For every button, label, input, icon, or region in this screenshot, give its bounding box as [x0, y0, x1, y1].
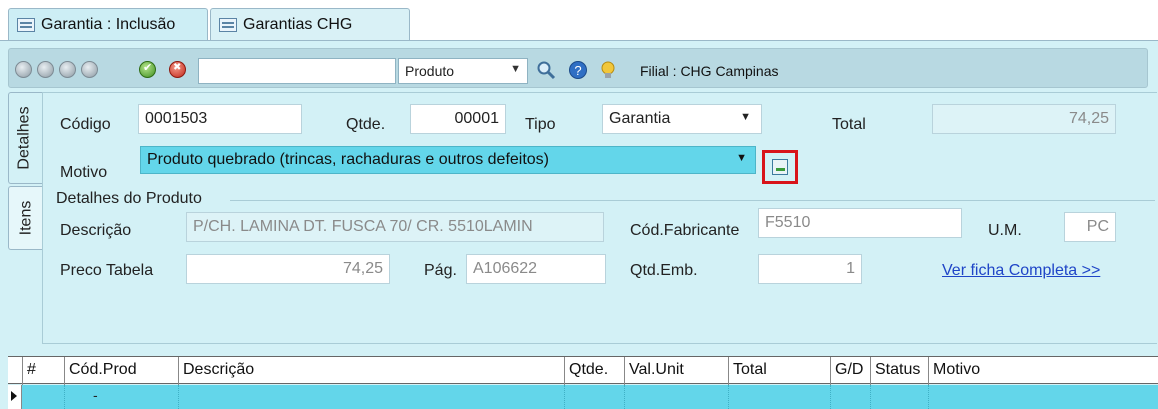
- tipo-select[interactable]: Garantia ▼: [602, 104, 762, 134]
- tab-strip: Garantia : Inclusão Garantias CHG: [0, 0, 1158, 40]
- descricao-field: P/CH. LAMINA DT. FUSCA 70/ CR. 5510LAMIN: [186, 212, 604, 242]
- col-header-qtde[interactable]: Qtde.: [564, 357, 624, 385]
- tab-label: Garantia : Inclusão: [41, 15, 176, 33]
- descricao-label: Descrição: [60, 222, 132, 239]
- tab-garantia-inclusao[interactable]: Garantia : Inclusão: [8, 8, 208, 40]
- col-header-descricao[interactable]: Descrição: [178, 357, 564, 385]
- codigo-field[interactable]: 0001503: [138, 104, 302, 134]
- col-header-num[interactable]: #: [22, 357, 64, 385]
- col-header-val-unit[interactable]: Val.Unit: [624, 357, 728, 385]
- codigo-label: Código: [60, 116, 111, 133]
- col-header-total[interactable]: Total: [728, 357, 830, 385]
- qtd-emb-label: Qtd.Emb.: [630, 262, 698, 279]
- total-label: Total: [832, 116, 866, 133]
- motivo-label: Motivo: [60, 164, 108, 181]
- cell-status[interactable]: [870, 385, 928, 409]
- cell-descricao[interactable]: [178, 385, 564, 409]
- um-field: PC: [1064, 212, 1116, 242]
- table-row[interactable]: -: [8, 385, 1158, 409]
- preco-tabela-field: 74,25: [186, 254, 390, 284]
- cell-cod-prod[interactable]: -: [64, 385, 178, 409]
- items-grid: # Cód.Prod Descrição Qtde. Val.Unit Tota…: [8, 356, 1158, 409]
- cell-qtde[interactable]: [564, 385, 624, 409]
- cell-motivo[interactable]: [928, 385, 1158, 409]
- help-icon[interactable]: ?: [568, 60, 588, 80]
- tab-label: Garantias CHG: [243, 15, 353, 33]
- um-label: U.M.: [988, 222, 1022, 239]
- tipo-value: Garantia: [609, 110, 671, 127]
- preco-tabela-label: Preco Tabela: [60, 262, 154, 279]
- col-header-gd[interactable]: G/D: [830, 357, 870, 385]
- motivo-value: Produto quebrado (trincas, rachaduras e …: [147, 151, 550, 168]
- cell-gd[interactable]: [830, 385, 870, 409]
- nav-prev-icon[interactable]: [37, 61, 54, 78]
- motivo-edit-button[interactable]: [762, 150, 798, 184]
- cod-fabricante-field: F5510: [758, 208, 962, 238]
- motivo-select[interactable]: Produto quebrado (trincas, rachaduras e …: [140, 146, 756, 174]
- tipo-label: Tipo: [525, 116, 556, 133]
- qtde-label: Qtde.: [346, 116, 386, 133]
- grid-indicator-header: [8, 357, 22, 385]
- pag-label: Pág.: [424, 262, 457, 279]
- chevron-down-icon: ▼: [736, 152, 747, 164]
- cell-total[interactable]: [728, 385, 830, 409]
- ver-ficha-link[interactable]: Ver ficha Completa >>: [942, 262, 1100, 280]
- col-header-cod-prod[interactable]: Cód.Prod: [64, 357, 178, 385]
- confirm-icon[interactable]: [139, 61, 156, 78]
- filial-label: Filial : CHG Campinas: [640, 63, 779, 79]
- form-icon: [219, 17, 237, 32]
- row-indicator-icon: [8, 385, 22, 409]
- col-header-status[interactable]: Status: [870, 357, 928, 385]
- search-input[interactable]: [198, 58, 396, 84]
- tab-garantias-chg[interactable]: Garantias CHG: [210, 8, 410, 40]
- section-divider: [230, 200, 1155, 201]
- qtd-emb-field: 1: [758, 254, 862, 284]
- detalhes-produto-label: Detalhes do Produto: [56, 190, 202, 207]
- search-type-value: Produto: [405, 63, 455, 79]
- total-field: 74,25: [932, 104, 1116, 134]
- cancel-icon[interactable]: [169, 61, 186, 78]
- nav-next-icon[interactable]: [59, 61, 76, 78]
- cell-val-unit[interactable]: [624, 385, 728, 409]
- svg-text:?: ?: [574, 63, 581, 78]
- side-tab-label: Itens: [17, 200, 35, 236]
- side-tab-itens[interactable]: Itens: [8, 186, 42, 250]
- side-tab-detalhes[interactable]: Detalhes: [8, 92, 42, 184]
- cod-fabricante-label: Cód.Fabricante: [630, 222, 740, 239]
- lightbulb-icon[interactable]: [598, 60, 618, 80]
- search-type-select[interactable]: Produto ▼: [398, 58, 528, 84]
- nav-first-icon[interactable]: [15, 61, 32, 78]
- side-tab-label: Detalhes: [15, 106, 33, 170]
- grid-header: # Cód.Prod Descrição Qtde. Val.Unit Tota…: [8, 356, 1158, 385]
- edit-list-icon: [772, 159, 788, 175]
- qtde-field[interactable]: 00001: [410, 104, 506, 134]
- pag-field: A106622: [466, 254, 606, 284]
- col-header-motivo[interactable]: Motivo: [928, 357, 1158, 385]
- nav-last-icon[interactable]: [81, 61, 98, 78]
- search-icon[interactable]: [536, 60, 556, 80]
- chevron-down-icon: ▼: [740, 111, 751, 123]
- chevron-down-icon: ▼: [510, 63, 521, 75]
- form-icon: [17, 17, 35, 32]
